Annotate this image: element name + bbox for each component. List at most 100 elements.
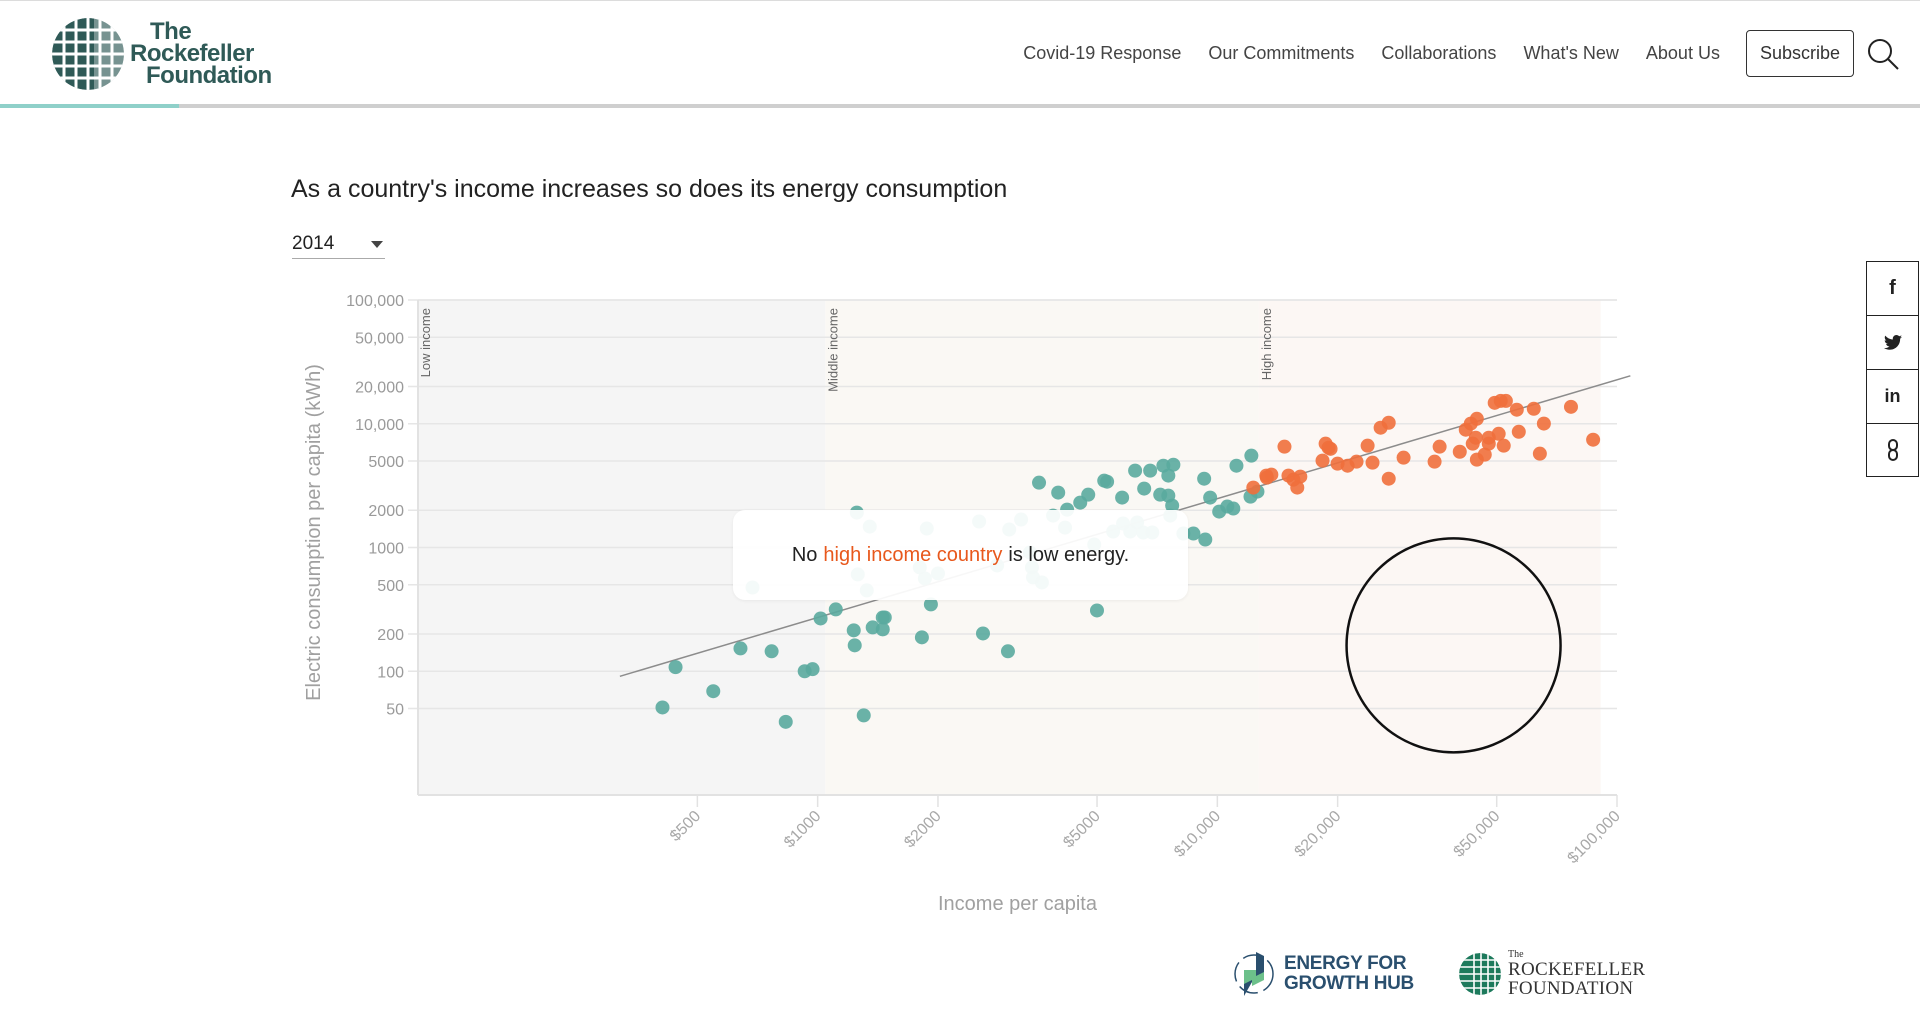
data-point-high-income: [1365, 455, 1380, 470]
y-tick-label: 5000: [368, 454, 404, 471]
data-point-high-income: [1469, 411, 1484, 426]
data-point-low-middle-income: [1100, 474, 1115, 489]
data-point-low-middle-income: [1051, 485, 1066, 500]
y-tick-label: 20,000: [355, 379, 404, 396]
data-point-high-income: [1427, 454, 1442, 469]
foundation-logo-line-1: ROCKEFELLER: [1507, 959, 1646, 980]
copy-link-button[interactable]: [1866, 423, 1919, 477]
tooltip-highlight: high income country: [823, 543, 1003, 566]
data-point-low-middle-income: [847, 638, 862, 653]
data-point-low-middle-income: [914, 630, 929, 645]
data-point-high-income: [1536, 416, 1551, 431]
data-point-low-middle-income: [778, 714, 793, 729]
data-point-high-income: [1452, 444, 1467, 459]
data-point-low-middle-income: [805, 662, 820, 677]
data-point-low-middle-income: [706, 684, 721, 699]
data-point-low-middle-income: [1203, 490, 1218, 505]
data-point-low-middle-income: [1143, 463, 1158, 478]
y-tick-label: 50: [386, 702, 404, 719]
data-point-high-income: [1509, 402, 1524, 417]
data-point-high-income: [1360, 438, 1375, 453]
x-tick-label: $500: [667, 808, 704, 845]
tooltip-suffix: is low energy.: [1008, 543, 1130, 566]
data-point-low-middle-income: [1000, 644, 1015, 659]
band-label: High income: [1259, 308, 1274, 380]
share-twitter-button[interactable]: [1866, 315, 1919, 369]
data-point-high-income: [1315, 453, 1330, 468]
data-point-low-middle-income: [1115, 490, 1130, 505]
y-tick-label: 100,000: [346, 293, 404, 310]
data-point-low-middle-income: [1197, 471, 1212, 486]
data-point-high-income: [1290, 480, 1305, 495]
tooltip-prefix: No: [791, 543, 818, 566]
x-tick-label: $2000: [901, 808, 945, 852]
data-point-high-income: [1396, 450, 1411, 465]
link-icon: [1887, 439, 1898, 461]
linkedin-icon: in: [1884, 386, 1901, 406]
x-tick-label: $20,000: [1292, 808, 1345, 861]
twitter-icon: [1883, 335, 1902, 350]
y-tick-label: 500: [377, 578, 404, 595]
y-tick-label: 2000: [368, 503, 404, 520]
y-tick-label: 100: [377, 664, 404, 681]
data-point-low-middle-income: [1128, 463, 1143, 478]
data-point-high-income: [1532, 446, 1547, 461]
energy-for-growth-hub-logo[interactable]: ENERGY FOR GROWTH HUB: [1232, 948, 1414, 1000]
data-point-high-income: [1323, 441, 1338, 456]
foundation-logo-line-2: FOUNDATION: [1507, 978, 1634, 999]
data-point-low-middle-income: [1137, 481, 1152, 496]
data-point-high-income: [1432, 439, 1447, 454]
data-point-low-middle-income: [1229, 458, 1244, 473]
data-point-low-middle-income: [733, 641, 748, 656]
data-point-low-middle-income: [877, 610, 892, 625]
data-point-low-middle-income: [828, 602, 843, 617]
partner-logo-line-1: ENERGY FOR: [1284, 953, 1407, 974]
data-point-high-income: [1496, 438, 1511, 453]
annotation-tooltip: No high income country is low energy.: [733, 510, 1188, 600]
data-point-low-middle-income: [975, 626, 990, 641]
data-point-low-middle-income: [1161, 468, 1176, 483]
data-point-low-middle-income: [655, 700, 670, 715]
data-point-high-income: [1259, 470, 1274, 485]
foundation-logo-text: The ROCKEFELLER FOUNDATION: [1507, 950, 1646, 999]
data-point-high-income: [1526, 401, 1541, 416]
y-tick-label: 10,000: [355, 417, 404, 434]
energy-bolt-icon: [1234, 952, 1274, 996]
data-point-low-middle-income: [1032, 475, 1047, 490]
data-point-high-income: [1481, 436, 1496, 451]
share-facebook-button[interactable]: f: [1866, 261, 1919, 315]
x-tick-label: $5000: [1060, 808, 1104, 852]
rockefeller-foundation-footer-logo[interactable]: The ROCKEFELLER FOUNDATION: [1458, 950, 1645, 998]
data-point-low-middle-income: [764, 644, 779, 659]
data-point-low-middle-income: [1244, 448, 1259, 463]
data-point-low-middle-income: [813, 611, 828, 626]
data-point-low-middle-income: [875, 622, 890, 637]
band-label: Middle income: [825, 308, 840, 392]
data-point-low-middle-income: [1198, 532, 1213, 547]
share-linkedin-button[interactable]: in: [1866, 369, 1919, 423]
data-point-high-income: [1381, 415, 1396, 430]
data-point-high-income: [1349, 454, 1364, 469]
x-tick-label: $1000: [781, 808, 825, 852]
data-point-low-middle-income: [1186, 526, 1201, 541]
data-point-high-income: [1381, 471, 1396, 486]
y-tick-label: 50,000: [355, 330, 404, 347]
data-point-low-middle-income: [1081, 487, 1096, 502]
data-point-high-income: [1246, 480, 1261, 495]
band-label: Low income: [418, 308, 433, 377]
data-point-high-income: [1468, 430, 1483, 445]
data-point-low-middle-income: [668, 660, 683, 675]
data-point-high-income: [1511, 424, 1526, 439]
x-tick-label: $100,000: [1565, 808, 1624, 867]
x-axis-title: Income per capita: [938, 893, 1098, 915]
data-point-low-middle-income: [1089, 603, 1104, 618]
data-point-high-income: [1586, 432, 1601, 447]
data-point-low-middle-income: [1226, 501, 1241, 516]
partner-logo-line-2: GROWTH HUB: [1284, 973, 1414, 994]
partner-logo-text: ENERGY FOR GROWTH HUB: [1284, 954, 1414, 994]
footer-logos: ENERGY FOR GROWTH HUB The ROCKEFELLER FO…: [1232, 948, 1645, 1000]
data-point-low-middle-income: [856, 708, 871, 723]
x-tick-label: $10,000: [1171, 808, 1224, 861]
data-point-high-income: [1277, 439, 1292, 454]
data-point-low-middle-income: [846, 623, 861, 638]
